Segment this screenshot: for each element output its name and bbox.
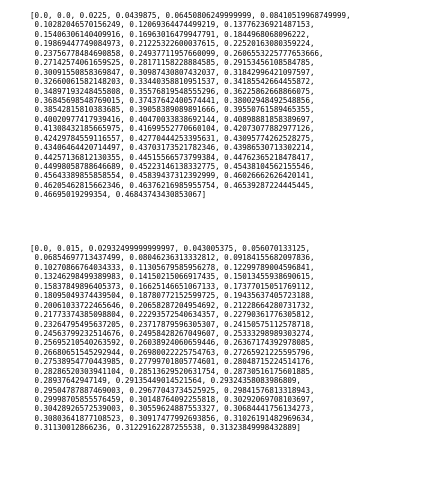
- output-line: 0.42429784559116557, 0.42770444253395631…: [30, 133, 315, 143]
- output-line: 0.44998058788646689, 0.45223146138332775…: [30, 162, 315, 171]
- output-line: 0.26680651545292944, 0.26980022225754763…: [30, 347, 315, 357]
- output-line: 0.43406464420714497, 0.43703173521782346…: [30, 143, 315, 153]
- output-line: 0.10282046570156249, 0.12069364474499219…: [30, 20, 315, 30]
- output-line: 0.20061033722465646, 0.20658287204954692…: [30, 300, 315, 310]
- output-line: 0.38542815810383685, 0.39058389089891666…: [30, 105, 315, 115]
- text-output-screen: [0.0, 0.0, 0.0225, 0.0439875, 0.06450806…: [0, 0, 444, 481]
- output-line: 0.30091550858369847, 0.30987430807432037…: [30, 67, 315, 77]
- output-line: [0.0, 0.015, 0.02932499999999997, 0.0430…: [30, 244, 310, 253]
- output-line: 0.28937642947149, 0.29135449014521564, 0…: [30, 376, 301, 386]
- output-line: 0.18095049374439504, 0.18780772152599725…: [30, 291, 315, 301]
- output-line: [0.0, 0.0, 0.0225, 0.0439875, 0.06450806…: [30, 11, 351, 20]
- output-line: 0.21773374385098804, 0.22293572540634357…: [30, 310, 315, 320]
- output-line: 0.19869447749084973, 0.21225322600037615…: [30, 39, 315, 49]
- output-line: 0.31130012866236, 0.31229162287255538, 0…: [30, 423, 301, 433]
- output-line: 0.23756778484690858, 0.24937711957660099…: [30, 48, 324, 58]
- output-line: 0.40020977417939416, 0.40470033838692144…: [30, 114, 315, 124]
- output-line: 0.23264795495637205, 0.23717879596305307…: [30, 319, 315, 329]
- output-line: 0.44257136812130355, 0.44515566573799384…: [30, 152, 315, 162]
- output-line: 0.15406306140409916, 0.16963016479947791…: [30, 29, 310, 39]
- output-line: 0.29998705855576459, 0.30148764092255818…: [30, 395, 315, 404]
- output-line: 0.46695019299354, 0.46843743430853067]: [30, 190, 207, 200]
- output-line: 0.27538954770443985, 0.27799701805774601…: [30, 357, 315, 367]
- second-list-output: [0.0, 0.015, 0.02932499999999997, 0.0430…: [30, 244, 314, 433]
- output-line: 0.24563799232514676, 0.24958428267049607…: [30, 328, 315, 338]
- output-line: 0.41308432185665975, 0.41699552770660104…: [30, 124, 315, 134]
- output-line: 0.30428926572539003, 0.30559624887553327…: [30, 404, 315, 414]
- output-line: 0.30803641877108523, 0.30917477992693856…: [30, 413, 315, 423]
- output-line: 0.34897193248455808, 0.35576819548555296…: [30, 86, 315, 96]
- output-line: 0.28286520303941104, 0.28513629520631754…: [30, 366, 315, 376]
- output-line: 0.36845698548769015, 0.37437642400574441…: [30, 95, 315, 105]
- output-line: 0.10270866764034333, 0.11305679585956278…: [30, 262, 315, 272]
- output-line: 0.15837849896405373, 0.16625146651067133…: [30, 281, 315, 291]
- output-line: 0.46205462815662346, 0.46376216985955754…: [30, 180, 315, 190]
- output-line: 0.29504787887469003, 0.29677043734525925…: [30, 385, 315, 395]
- output-line: 0.25695210540263592, 0.26038924060659446…: [30, 338, 315, 348]
- output-line: 0.27142574061659S25, 0.28171158228884585…: [30, 58, 315, 68]
- output-line: 0.32660061582148203, 0.33440358810951537…: [30, 77, 315, 87]
- first-list-output: [0.0, 0.0, 0.0225, 0.0439875, 0.06450806…: [30, 11, 351, 200]
- output-line: 0.06854697713437499, 0.08046236313332812…: [30, 253, 315, 263]
- output-line: 0.13246298499389983, 0.14150215066917435…: [30, 272, 315, 282]
- output-line: 0.45643389855858554, 0.45839437312392999…: [30, 171, 315, 181]
